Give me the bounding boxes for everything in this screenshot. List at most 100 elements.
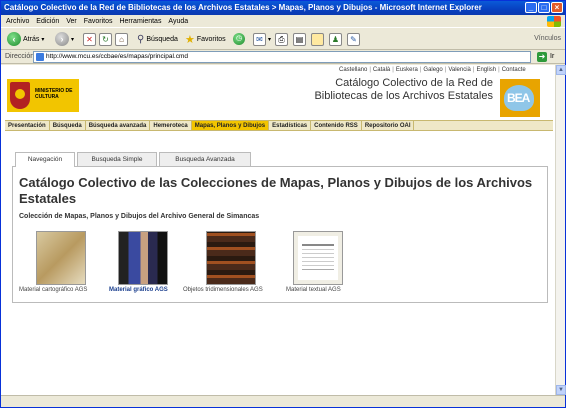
- nav-busqueda[interactable]: Búsqueda: [50, 121, 86, 130]
- edit-button[interactable]: ▤: [293, 31, 306, 47]
- nav-presentacion[interactable]: Presentación: [5, 121, 50, 130]
- collection-heading: Colección de Mapas, Planos y Dibujos del…: [19, 213, 260, 220]
- go-arrow-icon[interactable]: ➜: [537, 52, 547, 62]
- lang-catala[interactable]: Català: [367, 67, 390, 73]
- windows-logo-icon: [547, 16, 561, 27]
- textual-material-link[interactable]: Material textual AGS: [286, 287, 341, 293]
- ministry-logo[interactable]: MINISTERIO DE CULTURA: [7, 79, 79, 112]
- print-icon: ⎙: [275, 32, 288, 46]
- tab-busqueda-avanzada[interactable]: Busqueda Avanzada: [159, 152, 251, 166]
- window-title: Catálogo Colectivo de la Red de Bibliote…: [4, 3, 482, 12]
- menu-archivo[interactable]: Archivo: [6, 15, 29, 28]
- scroll-up-icon[interactable]: ▲: [556, 65, 566, 75]
- mail-button[interactable]: ✉ ▾: [253, 31, 271, 47]
- address-input[interactable]: http://www.mcu.es/ccbae/es/mapas/princip…: [33, 51, 531, 63]
- home-icon: ⌂: [115, 32, 128, 46]
- address-label: Dirección: [5, 53, 35, 60]
- menu-edicion[interactable]: Edición: [36, 15, 59, 28]
- site-title-line1: Catálogo Colectivo de la Red de: [335, 77, 493, 89]
- back-arrow-icon: ‹: [7, 32, 21, 46]
- ministry-logo-text: MINISTERIO DE CULTURA: [35, 88, 73, 100]
- home-button[interactable]: ⌂: [115, 31, 128, 47]
- cartographic-material-thumbnail[interactable]: [36, 231, 86, 285]
- forward-button[interactable]: › ▾: [55, 31, 74, 47]
- lang-valencia[interactable]: Valencià: [443, 67, 471, 73]
- page-heading: Catálogo Colectivo de las Colecciones de…: [19, 175, 533, 206]
- tab-busqueda-simple[interactable]: Busqueda Simple: [77, 152, 157, 166]
- refresh-icon: ↻: [99, 32, 112, 46]
- site-title: Catálogo Colectivo de la Red de Bibliote…: [297, 77, 493, 103]
- favorites-button[interactable]: ★ Favoritos: [185, 31, 226, 47]
- back-button[interactable]: ‹ Atrás ▾: [7, 31, 44, 47]
- tab-navegacion[interactable]: Navegación: [15, 152, 75, 167]
- address-url: http://www.mcu.es/ccbae/es/mapas/princip…: [46, 53, 188, 60]
- browser-window: Catálogo Colectivo de la Red de Bibliote…: [0, 0, 566, 408]
- page-content: CastellanoCatalàEuskeraGalegoValenciàEng…: [1, 65, 555, 395]
- language-links: CastellanoCatalàEuskeraGalegoValenciàEng…: [339, 67, 526, 73]
- links-label[interactable]: Vínculos: [534, 35, 561, 42]
- address-bar: Dirección http://www.mcu.es/ccbae/es/map…: [1, 50, 565, 64]
- lang-castellano[interactable]: Castellano: [339, 67, 367, 73]
- dropdown-arrow-icon: ▾: [71, 36, 75, 43]
- search-icon: ⚲: [137, 33, 145, 45]
- menu-herramientas[interactable]: Herramientas: [119, 15, 161, 28]
- nav-hemeroteca[interactable]: Hemeroteca: [150, 121, 192, 130]
- bea-logo[interactable]: BEA: [500, 79, 540, 117]
- menu-ayuda[interactable]: Ayuda: [168, 15, 188, 28]
- coat-of-arms-icon: [10, 82, 30, 109]
- stop-icon: ✕: [83, 32, 96, 46]
- minimize-button[interactable]: _: [525, 2, 537, 13]
- menu-ver[interactable]: Ver: [66, 15, 77, 28]
- nav-contenido-rss[interactable]: Contenido RSS: [311, 121, 362, 130]
- tab-bar: Navegación Busqueda Simple Busqueda Avan…: [15, 152, 253, 167]
- research-button[interactable]: ✎: [347, 31, 360, 47]
- toolbar: ‹ Atrás ▾ › ▾ ✕ ↻ ⌂ ⚲ Búsqueda ★ Favorit…: [1, 28, 565, 50]
- messenger-icon: ♟: [329, 32, 342, 46]
- window-controls: _ □ ×: [525, 2, 563, 13]
- menu-favoritos[interactable]: Favoritos: [84, 15, 113, 28]
- site-title-line2: Bibliotecas de los Archivos Estatales: [314, 90, 493, 102]
- contact-link[interactable]: Contacte: [496, 67, 526, 73]
- lang-english[interactable]: English: [471, 67, 496, 73]
- status-bar: [1, 395, 565, 408]
- vertical-scrollbar[interactable]: ▲ ▼: [555, 65, 566, 395]
- discuss-button[interactable]: [311, 31, 324, 47]
- history-icon: ◷: [233, 33, 245, 45]
- maximize-button[interactable]: □: [538, 2, 550, 13]
- refresh-button[interactable]: ↻: [99, 31, 112, 47]
- back-label: Atrás: [23, 35, 40, 43]
- textual-material-thumbnail[interactable]: [293, 231, 343, 285]
- search-button[interactable]: ⚲ Búsqueda: [137, 31, 178, 47]
- favorites-label: Favoritos: [196, 35, 226, 43]
- nav-estadisticas[interactable]: Estadísticas: [269, 121, 312, 130]
- research-icon: ✎: [347, 32, 360, 46]
- stop-button[interactable]: ✕: [83, 31, 96, 47]
- page-icon: [36, 53, 44, 61]
- history-button[interactable]: ◷: [233, 31, 245, 47]
- three-dimensional-objects-thumbnail[interactable]: [206, 231, 256, 285]
- close-button[interactable]: ×: [551, 2, 563, 13]
- scroll-down-icon[interactable]: ▼: [556, 385, 566, 395]
- nav-busqueda-avanzada[interactable]: Búsqueda avanzada: [86, 121, 151, 130]
- mail-icon: ✉: [253, 32, 266, 46]
- three-dimensional-objects-link[interactable]: Objetos tridimensionales AGS: [183, 287, 263, 293]
- menu-bar: Archivo Edición Ver Favoritos Herramient…: [1, 15, 565, 28]
- bea-logo-text: BEA: [507, 91, 530, 105]
- graphic-material-link[interactable]: Material gráfico AGS: [109, 287, 168, 293]
- lang-euskera[interactable]: Euskera: [390, 67, 418, 73]
- graphic-material-thumbnail[interactable]: [118, 231, 168, 285]
- messenger-button[interactable]: ♟: [329, 31, 342, 47]
- search-label: Búsqueda: [146, 35, 178, 43]
- discuss-icon: [311, 32, 324, 46]
- nav-mapas-planos-dibujos[interactable]: Mapas, Planos y Dibujos: [191, 121, 270, 130]
- edit-icon: ▤: [293, 32, 306, 46]
- document-lines-icon: [302, 244, 334, 270]
- cartographic-material-link[interactable]: Material cartográfico AGS: [19, 287, 87, 293]
- lang-galego[interactable]: Galego: [418, 67, 443, 73]
- star-icon: ★: [185, 33, 195, 46]
- nav-repositorio-oai[interactable]: Repositorio OAI: [362, 121, 415, 130]
- dropdown-arrow-icon: ▾: [268, 36, 272, 43]
- site-nav: Presentación Búsqueda Búsqueda avanzada …: [5, 120, 553, 131]
- print-button[interactable]: ⎙: [275, 31, 288, 47]
- go-button[interactable]: Ir: [550, 50, 554, 64]
